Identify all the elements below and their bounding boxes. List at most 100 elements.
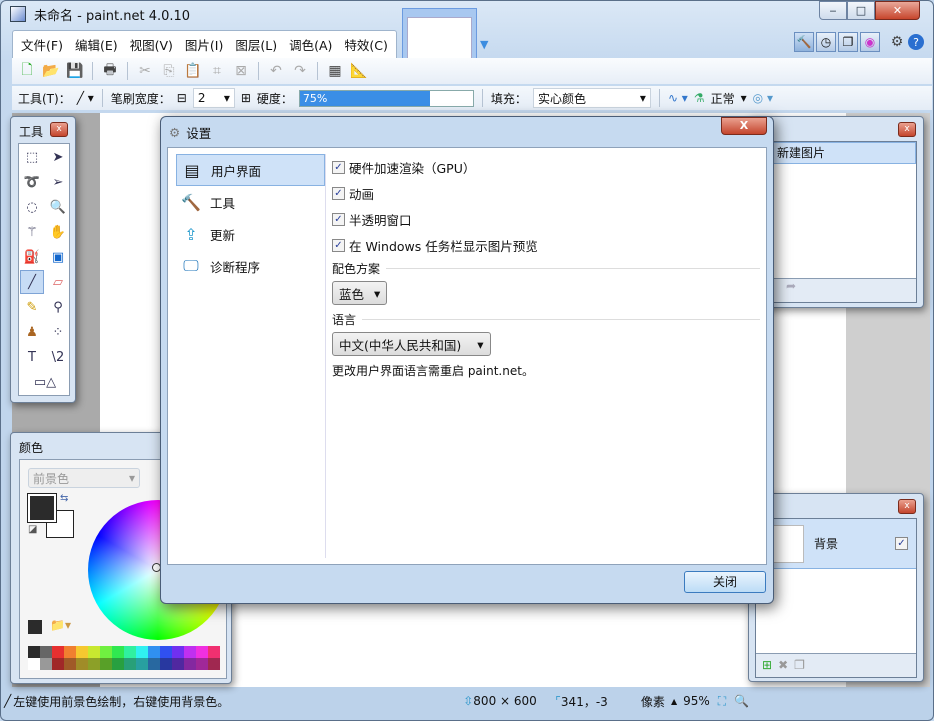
delete-layer-icon[interactable]: ✖ — [778, 658, 788, 673]
palette-swatch[interactable] — [208, 646, 220, 658]
palette-swatch[interactable] — [76, 658, 88, 670]
undo-icon[interactable]: ↶ — [267, 62, 285, 80]
magic-wand-icon[interactable]: ⚚ — [20, 220, 44, 244]
hardness-slider[interactable]: 75% — [298, 89, 474, 107]
zoom-level[interactable]: 95% — [683, 694, 710, 708]
palette-swatch[interactable] — [160, 658, 172, 670]
save-icon[interactable]: 💾 — [66, 62, 84, 80]
clone-stamp-icon[interactable]: ♟ — [20, 320, 44, 344]
palette-swatch[interactable] — [148, 658, 160, 670]
grid-icon[interactable]: ▦ — [326, 62, 344, 80]
palette-swatch[interactable] — [52, 646, 64, 658]
palette-swatch[interactable] — [64, 646, 76, 658]
zoom-out-icon[interactable]: 🔍 — [734, 694, 749, 708]
menu-edit[interactable]: 编辑(E) — [75, 35, 118, 54]
animation-checkbox[interactable]: ✓ 动画 — [332, 180, 760, 206]
fit-window-icon[interactable]: ⛶ — [718, 694, 726, 709]
zoom-icon[interactable]: 🔍 — [46, 195, 70, 219]
deselect-icon[interactable]: ⊠ — [232, 62, 250, 80]
move-selection-icon[interactable]: ➢ — [46, 170, 70, 194]
nav-diagnostics[interactable]: 🖵 诊断程序 — [176, 250, 325, 282]
palette-swatch[interactable] — [172, 658, 184, 670]
redo-icon[interactable]: ↷ — [291, 62, 309, 80]
palette-swatch[interactable] — [124, 658, 136, 670]
palette-swatch[interactable] — [52, 658, 64, 670]
palette-swatch[interactable] — [124, 646, 136, 658]
rectangle-select-icon[interactable]: ⬚ — [20, 145, 44, 169]
history-item[interactable]: 新建图片 — [756, 142, 916, 164]
new-file-icon[interactable]: 🗋 — [18, 62, 36, 80]
palette-swatch[interactable] — [28, 646, 40, 658]
layer-visibility-checkbox[interactable]: ✓ — [895, 537, 908, 550]
ellipse-select-icon[interactable]: ◌ — [20, 195, 44, 219]
help-icon[interactable]: ? — [908, 34, 924, 50]
units-dropdown-icon[interactable]: ▲ — [671, 697, 677, 706]
palette-swatch[interactable] — [160, 646, 172, 658]
tab-list-dropdown-icon[interactable]: ▼ — [480, 38, 488, 51]
palette-swatch[interactable] — [184, 658, 196, 670]
menu-adjustments[interactable]: 调色(A) — [289, 35, 332, 54]
palette-swatch[interactable] — [100, 658, 112, 670]
primary-color-swatch[interactable] — [27, 493, 57, 523]
pencil-icon[interactable]: ✎ — [20, 295, 44, 319]
pan-hand-icon[interactable]: ✋ — [46, 220, 70, 244]
palette-swatch[interactable] — [88, 646, 100, 658]
taskbar-preview-checkbox[interactable]: ✓ 在 Windows 任务栏显示图片预览 — [332, 232, 760, 258]
paint-bucket-icon[interactable]: ⛽ — [20, 245, 44, 269]
palette-swatch[interactable] — [40, 646, 52, 658]
palette-swatch[interactable] — [112, 646, 124, 658]
palette-swatch[interactable] — [172, 646, 184, 658]
tools-window-toggle-icon[interactable]: 🔨 — [794, 32, 814, 52]
layers-panel-close-button[interactable]: x — [898, 499, 916, 514]
palette-swatch[interactable] — [148, 646, 160, 658]
palette-swatch[interactable] — [184, 646, 196, 658]
nav-user-interface[interactable]: ▤ 用户界面 — [176, 154, 325, 186]
menu-effects[interactable]: 特效(C) — [344, 35, 387, 54]
layers-window-toggle-icon[interactable]: ❐ — [838, 32, 858, 52]
palette-swatch[interactable] — [40, 658, 52, 670]
antialiasing-icon[interactable]: ∿ ▾ — [668, 91, 688, 105]
fill-select[interactable]: 实心颜色 ▾ — [532, 88, 651, 108]
brush-tool-icon[interactable]: ╱ ▾ — [77, 91, 94, 105]
color-scheme-select[interactable]: 蓝色 ▾ — [332, 281, 388, 305]
units-select[interactable]: 像素 — [641, 693, 665, 710]
print-icon[interactable]: 🖶 — [101, 62, 119, 80]
menu-layers[interactable]: 图层(L) — [235, 35, 277, 54]
ruler-icon[interactable]: 📐 — [350, 62, 368, 80]
cut-icon[interactable]: ✂ — [136, 62, 154, 80]
add-to-palette-icon[interactable] — [28, 620, 42, 634]
decrease-width-icon[interactable]: ⊟ — [177, 91, 187, 105]
copy-icon[interactable]: ⎘ — [160, 62, 178, 80]
line-curve-icon[interactable]: \2 — [46, 345, 70, 369]
close-button[interactable]: ✕ — [875, 1, 920, 20]
colors-window-toggle-icon[interactable]: ◉ — [860, 32, 880, 52]
blend-mode-select[interactable]: 正常 — [711, 90, 735, 107]
palette-swatch[interactable] — [112, 658, 124, 670]
palette-menu-icon[interactable]: 📁▾ — [50, 618, 71, 632]
open-file-icon[interactable]: 📂 — [42, 62, 60, 80]
menu-file[interactable]: 文件(F) — [21, 35, 63, 54]
gradient-icon[interactable]: ▣ — [46, 245, 70, 269]
gpu-checkbox[interactable]: ✓ 硬件加速渲染（GPU） — [332, 154, 760, 180]
palette-swatch[interactable] — [88, 658, 100, 670]
lasso-select-icon[interactable]: ➰ — [20, 170, 44, 194]
maximize-button[interactable]: □ — [847, 1, 875, 20]
crop-icon[interactable]: ⌗ — [208, 62, 226, 80]
palette-swatch[interactable] — [208, 658, 220, 670]
minimize-button[interactable]: ‒ — [819, 1, 847, 20]
color-mode-select[interactable]: 前景色 ▾ — [28, 468, 140, 488]
selection-mode-icon[interactable]: ◎ ▾ — [753, 91, 773, 105]
palette-swatch[interactable] — [136, 646, 148, 658]
paintbrush-icon[interactable]: ╱ — [20, 270, 44, 294]
nav-tools[interactable]: 🔨 工具 — [176, 186, 325, 218]
increase-width-icon[interactable]: ⊞ — [241, 91, 251, 105]
palette-swatch[interactable] — [64, 658, 76, 670]
settings-gear-icon[interactable]: ⚙ — [888, 33, 906, 51]
dialog-close-x-button[interactable]: X — [721, 117, 767, 135]
eraser-icon[interactable]: ▱ — [46, 270, 70, 294]
translucent-checkbox[interactable]: ✓ 半透明窗口 — [332, 206, 760, 232]
menu-view[interactable]: 视图(V) — [130, 35, 173, 54]
reset-colors-icon[interactable]: ◪ — [28, 524, 37, 535]
move-selected-icon[interactable]: ➤ — [46, 145, 70, 169]
text-icon[interactable]: T — [20, 345, 44, 369]
